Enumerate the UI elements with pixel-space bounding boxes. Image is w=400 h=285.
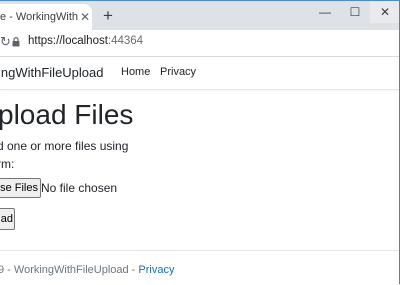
no-file-label: No file chosen <box>41 181 118 195</box>
tab-title: e - WorkingWithFileUp <box>0 11 78 23</box>
site-navbar: ingWithFileUpload Home Privacy <box>0 57 400 90</box>
refresh-icon[interactable]: ↻ <box>0 34 11 50</box>
choose-files-button[interactable]: se Files <box>0 178 41 198</box>
address-bar[interactable]: ↻ https://localhost:44364 <box>0 30 400 57</box>
browser-tab-strip: e - WorkingWithFileUp ✕ + — ☐ ✕ <box>0 0 400 31</box>
lock-icon <box>12 37 20 47</box>
upload-button[interactable]: ad <box>0 208 15 230</box>
page-title: pload Files <box>0 99 134 130</box>
new-tab-icon[interactable]: + <box>103 5 113 27</box>
footer-text: 9 - WorkingWithFileUpload - Privacy <box>0 264 174 276</box>
minimize-icon[interactable]: — <box>310 1 340 23</box>
upload-description: d one or more files using rm: <box>0 139 129 171</box>
window-controls: — ☐ ✕ <box>310 1 400 23</box>
url-text[interactable]: https://localhost:44364 <box>28 35 143 47</box>
footer-privacy-link[interactable]: Privacy <box>138 264 174 276</box>
nav-link-privacy[interactable]: Privacy <box>160 66 196 78</box>
close-window-icon[interactable]: ✕ <box>370 1 400 23</box>
close-tab-icon[interactable]: ✕ <box>80 4 90 31</box>
url-port: :44364 <box>107 35 144 47</box>
footer-copyright: 9 - WorkingWithFileUpload - <box>0 264 139 276</box>
nav-link-home[interactable]: Home <box>121 66 150 78</box>
url-host: https://localhost <box>28 35 108 47</box>
maximize-icon[interactable]: ☐ <box>340 1 370 23</box>
brand-link[interactable]: ingWithFileUpload <box>0 65 104 80</box>
site-footer: 9 - WorkingWithFileUpload - Privacy <box>0 250 400 285</box>
browser-tab[interactable]: e - WorkingWithFileUp ✕ <box>0 4 92 31</box>
